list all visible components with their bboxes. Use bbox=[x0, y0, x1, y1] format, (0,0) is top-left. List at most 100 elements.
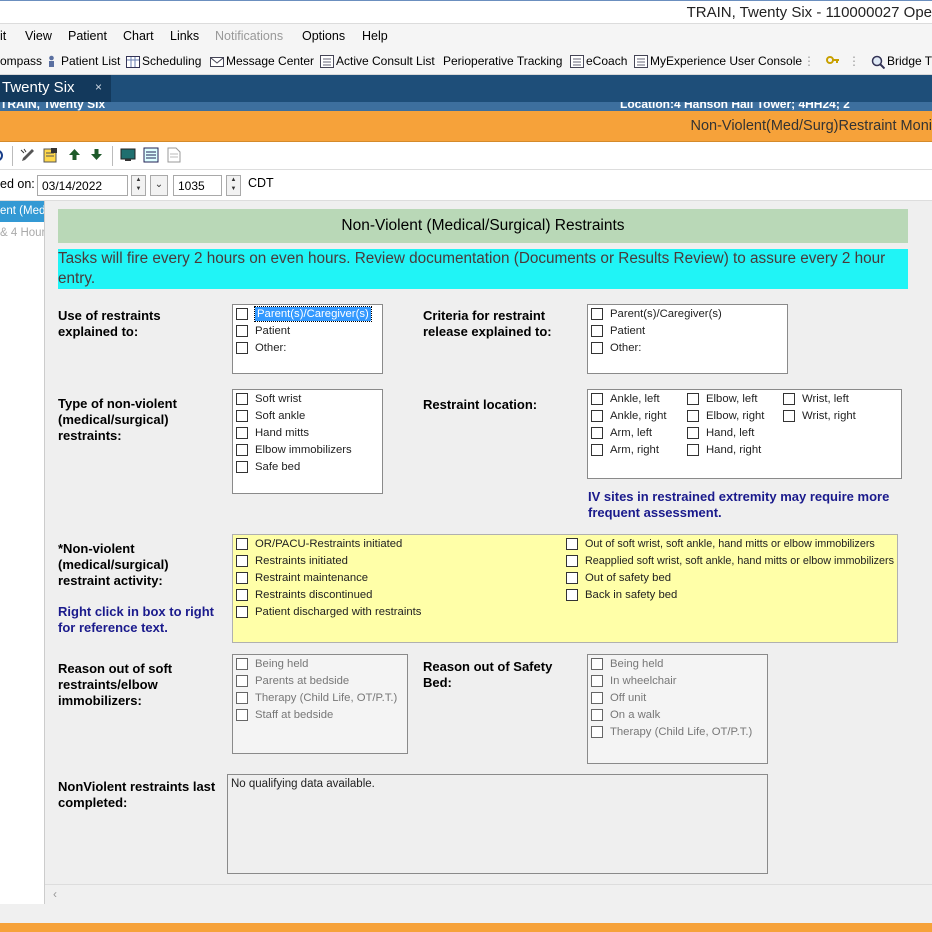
checkbox[interactable] bbox=[591, 410, 603, 422]
checkbox-use-patient[interactable]: Patient bbox=[236, 324, 290, 338]
checkbox-criteria-patient[interactable]: Patient bbox=[591, 324, 645, 338]
document-list-icon[interactable] bbox=[143, 147, 159, 168]
refresh-icon[interactable] bbox=[0, 148, 7, 168]
checkbox[interactable] bbox=[591, 675, 603, 687]
checkbox[interactable] bbox=[236, 555, 248, 567]
checkbox-soft-therapy[interactable]: Therapy (Child Life, OT/P.T.) bbox=[236, 691, 397, 705]
checkbox-wrist-left[interactable]: Wrist, left bbox=[783, 392, 849, 406]
form-note-icon[interactable] bbox=[43, 147, 59, 168]
checkbox[interactable] bbox=[591, 308, 603, 320]
checkbox[interactable] bbox=[687, 410, 699, 422]
checkbox[interactable] bbox=[783, 393, 795, 405]
checkbox[interactable] bbox=[236, 675, 248, 687]
checkbox[interactable] bbox=[236, 444, 248, 456]
checkbox-ankle-left[interactable]: Ankle, left bbox=[591, 392, 660, 406]
monitor-icon[interactable] bbox=[120, 148, 136, 167]
checkbox-soft-ankle[interactable]: Soft ankle bbox=[236, 409, 305, 423]
checkbox[interactable] bbox=[236, 461, 248, 473]
horizontal-scrollbar[interactable]: ‹ bbox=[45, 884, 932, 904]
checkbox[interactable] bbox=[566, 572, 578, 584]
calendar-dropdown-button[interactable]: ⌄ bbox=[150, 175, 168, 196]
menu-chart[interactable]: Chart bbox=[123, 29, 154, 43]
checkbox-bed-off-unit[interactable]: Off unit bbox=[591, 691, 646, 705]
checkbox[interactable] bbox=[591, 692, 603, 704]
toolbar-active-consult-list[interactable]: Active Consult List bbox=[320, 54, 435, 68]
checkbox-soft-parents-bedside[interactable]: Parents at bedside bbox=[236, 674, 349, 688]
checkbox[interactable] bbox=[591, 325, 603, 337]
checkbox[interactable] bbox=[236, 410, 248, 422]
checkbox-criteria-parent[interactable]: Parent(s)/Caregiver(s) bbox=[591, 307, 722, 321]
checkbox[interactable] bbox=[236, 606, 248, 618]
checkbox-discharged-with-restraints[interactable]: Patient discharged with restraints bbox=[236, 605, 421, 619]
toolbar-bridge[interactable]: Bridge T bbox=[871, 54, 932, 69]
checkbox[interactable] bbox=[236, 427, 248, 439]
menu-links[interactable]: Links bbox=[170, 29, 199, 43]
checkbox[interactable] bbox=[236, 308, 248, 320]
checkbox[interactable] bbox=[236, 538, 248, 550]
menu-patient[interactable]: Patient bbox=[68, 29, 107, 43]
toolbar-ecoach[interactable]: eCoach bbox=[570, 54, 627, 68]
checkbox-bed-being-held[interactable]: Being held bbox=[591, 657, 663, 671]
toolbar-perioperative-tracking[interactable]: Perioperative Tracking bbox=[443, 54, 562, 68]
checkbox[interactable] bbox=[566, 538, 578, 550]
checkbox[interactable] bbox=[236, 692, 248, 704]
checkbox[interactable] bbox=[236, 658, 248, 670]
toolbar-overflow-icon[interactable]: ⋮ bbox=[803, 54, 815, 68]
checkbox-bed-therapy[interactable]: Therapy (Child Life, OT/P.T.) bbox=[591, 725, 752, 739]
checkbox-elbow-left[interactable]: Elbow, left bbox=[687, 392, 758, 406]
checkbox-bed-wheelchair[interactable]: In wheelchair bbox=[591, 674, 677, 688]
checkbox-or-pacu-initiated[interactable]: OR/PACU-Restraints initiated bbox=[236, 537, 402, 551]
menu-view[interactable]: View bbox=[25, 29, 52, 43]
checkbox-back-in-safety-bed[interactable]: Back in safety bed bbox=[566, 588, 677, 602]
checkbox[interactable] bbox=[566, 555, 578, 567]
checkbox[interactable] bbox=[236, 572, 248, 584]
checkbox-wrist-right[interactable]: Wrist, right bbox=[783, 409, 856, 423]
toolbar-overflow-icon-2[interactable]: ⋮ bbox=[848, 54, 860, 68]
checkbox[interactable] bbox=[591, 726, 603, 738]
checkbox-hand-right[interactable]: Hand, right bbox=[687, 443, 761, 457]
checkbox[interactable] bbox=[236, 709, 248, 721]
checkbox-use-parent[interactable]: Parent(s)/Caregiver(s) bbox=[236, 306, 372, 322]
checkbox-soft-being-held[interactable]: Being held bbox=[236, 657, 308, 671]
checkbox[interactable] bbox=[687, 427, 699, 439]
checkbox[interactable] bbox=[687, 393, 699, 405]
checkbox-arm-left[interactable]: Arm, left bbox=[591, 426, 652, 440]
key-icon[interactable] bbox=[826, 54, 840, 67]
scroll-left-icon[interactable]: ‹ bbox=[53, 887, 57, 901]
toolbar-compass[interactable]: ompass bbox=[0, 54, 42, 68]
checkbox-restraint-maintenance[interactable]: Restraint maintenance bbox=[236, 571, 368, 585]
arrow-down-icon[interactable] bbox=[90, 148, 103, 166]
checkbox-ankle-right[interactable]: Ankle, right bbox=[591, 409, 667, 423]
checkbox-elbow-immobilizers[interactable]: Elbow immobilizers bbox=[236, 443, 352, 457]
checkbox-bed-on-walk[interactable]: On a walk bbox=[591, 708, 660, 722]
toolbar-patient-list[interactable]: Patient List bbox=[45, 54, 120, 68]
checkbox-out-of-soft-restraints[interactable]: Out of soft wrist, soft ankle, hand mitt… bbox=[566, 537, 875, 551]
checkbox[interactable] bbox=[591, 709, 603, 721]
pen-icon[interactable] bbox=[20, 147, 37, 168]
patient-tab[interactable]: Twenty Six × bbox=[0, 75, 111, 102]
nav-item-sub[interactable]: & 4 Hours bbox=[0, 227, 44, 239]
checkbox-restraints-initiated[interactable]: Restraints initiated bbox=[236, 554, 348, 568]
toolbar-myexperience-console[interactable]: MyExperience User Console bbox=[634, 54, 802, 68]
checkbox[interactable] bbox=[236, 342, 248, 354]
checkbox-out-of-safety-bed[interactable]: Out of safety bed bbox=[566, 571, 671, 585]
checkbox[interactable] bbox=[591, 393, 603, 405]
date-field[interactable]: 03/14/2022 bbox=[37, 175, 128, 196]
toolbar-scheduling[interactable]: Scheduling bbox=[126, 54, 201, 68]
time-field[interactable]: 1035 bbox=[173, 175, 222, 196]
checkbox[interactable] bbox=[783, 410, 795, 422]
checkbox[interactable] bbox=[236, 589, 248, 601]
checkbox-reapplied-soft-restraints[interactable]: Reapplied soft wrist, soft ankle, hand m… bbox=[566, 554, 894, 568]
checkbox[interactable] bbox=[591, 658, 603, 670]
checkbox[interactable] bbox=[566, 589, 578, 601]
checkbox[interactable] bbox=[687, 444, 699, 456]
checkbox[interactable] bbox=[591, 444, 603, 456]
checkbox-soft-wrist[interactable]: Soft wrist bbox=[236, 392, 301, 406]
checkbox-soft-staff-bedside[interactable]: Staff at bedside bbox=[236, 708, 333, 722]
date-spinner[interactable]: ▲ ▼ bbox=[131, 175, 146, 196]
time-spinner[interactable]: ▲ ▼ bbox=[226, 175, 241, 196]
checkbox[interactable] bbox=[236, 393, 248, 405]
checkbox-restraints-discontinued[interactable]: Restraints discontinued bbox=[236, 588, 372, 602]
checkbox-arm-right[interactable]: Arm, right bbox=[591, 443, 659, 457]
checkbox-hand-left[interactable]: Hand, left bbox=[687, 426, 754, 440]
